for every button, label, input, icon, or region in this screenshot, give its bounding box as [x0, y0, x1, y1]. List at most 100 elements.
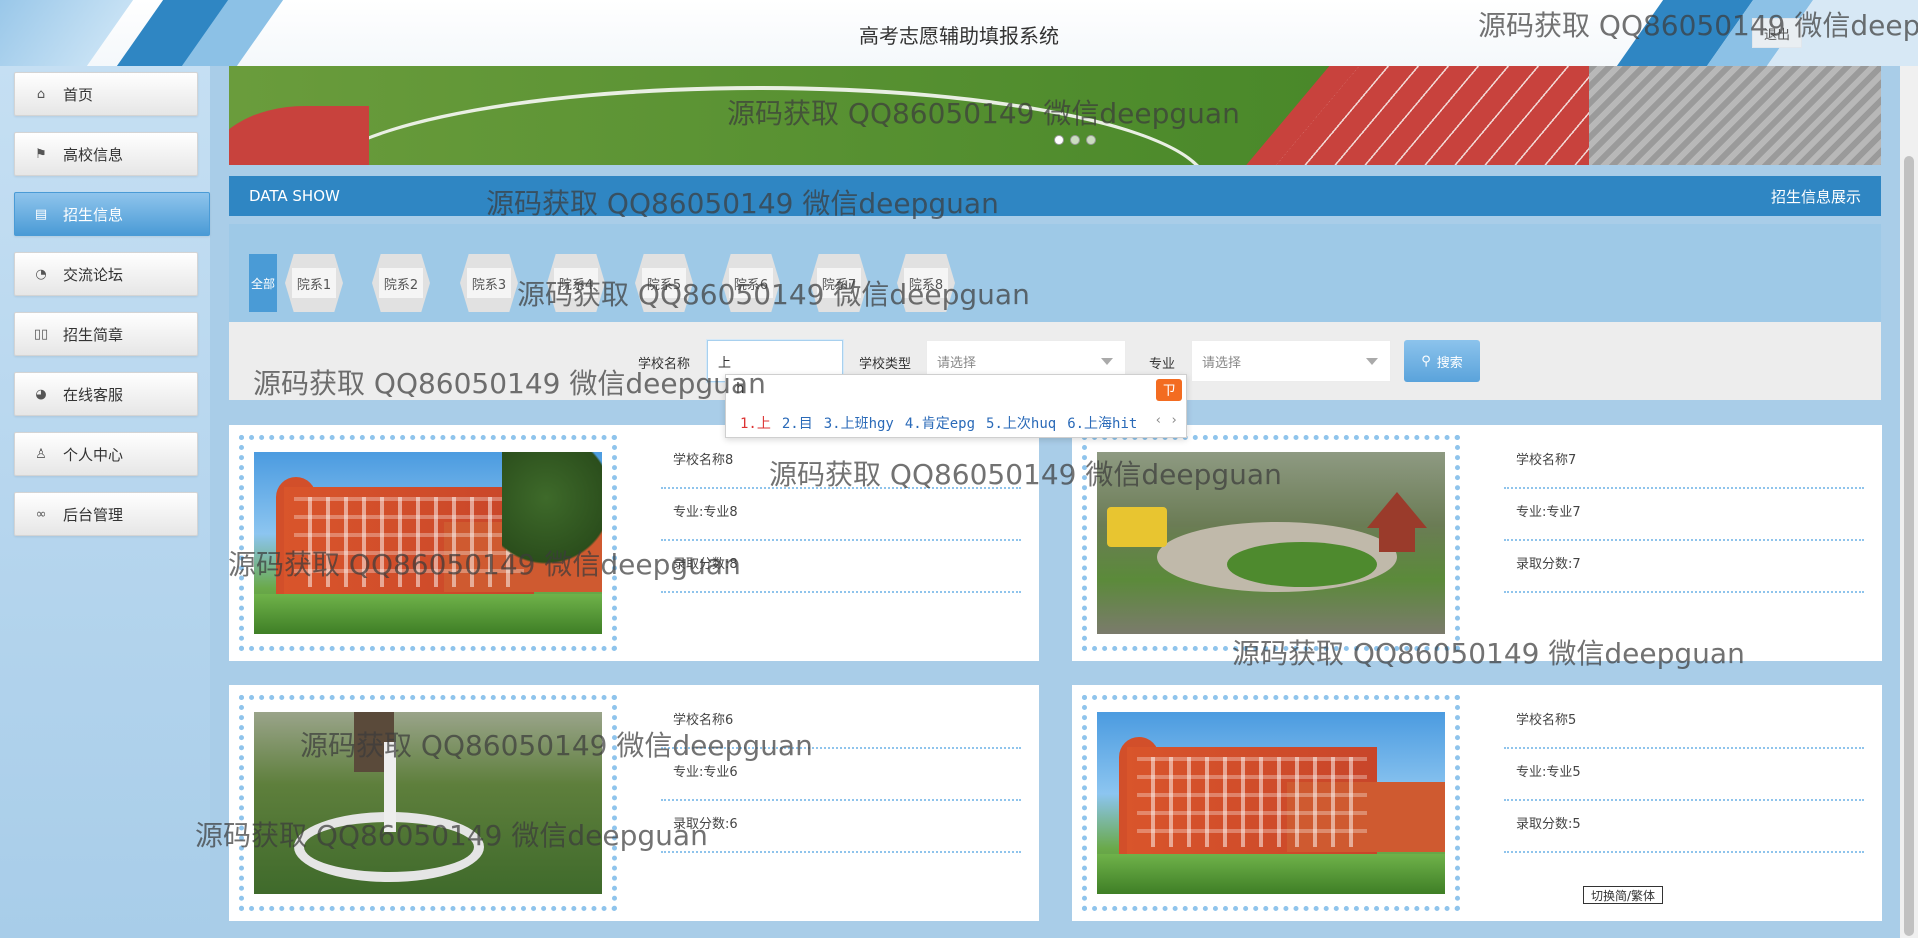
school-photo[interactable]: [1097, 452, 1445, 634]
ime-candidate-popup[interactable]: h ㄗ 1.上 2.目 3.上班hgy 4.肯定epg 5.上次huq 6.上海…: [725, 374, 1187, 438]
ime-logo-icon: ㄗ: [1156, 379, 1182, 401]
carousel-dot[interactable]: [1086, 135, 1096, 145]
school-name: 学校名称6: [661, 697, 1021, 749]
sidebar-item-home[interactable]: ⌂ 首页: [14, 72, 198, 116]
card-image-frame: [239, 695, 617, 911]
sidebar-item-profile[interactable]: ♙ 个人中心: [14, 432, 198, 476]
admission-card[interactable]: 学校名称5 专业:专业5 录取分数:5: [1072, 685, 1882, 921]
sidebar-item-label: 交流论坛: [63, 265, 124, 284]
search-button[interactable]: ⚲ 搜索: [1404, 340, 1480, 382]
photo-detail: [1107, 507, 1167, 547]
app-title: 高考志愿辅助填报系统: [859, 24, 1059, 48]
photo-detail: [1137, 757, 1367, 847]
palette-icon: ◔: [35, 266, 47, 282]
tab-label: 院系1: [292, 268, 336, 298]
chevron-down-icon: [1366, 358, 1378, 365]
carousel-dot[interactable]: [1054, 135, 1064, 145]
photo-detail: [254, 594, 602, 634]
school-major: 专业:专业5: [1504, 749, 1864, 801]
major-select[interactable]: 请选择: [1191, 340, 1391, 382]
ime-candidate[interactable]: 4.肯定epg: [905, 413, 975, 433]
card-info: 学校名称8 专业:专业8 录取分数:8: [661, 437, 1021, 593]
banner-carousel: [229, 66, 1881, 165]
tab-dept-2[interactable]: 院系2: [372, 254, 430, 312]
school-name: 学校名称8: [661, 437, 1021, 489]
page-scrollbar[interactable]: [1900, 66, 1918, 938]
select-placeholder: 请选择: [1202, 355, 1242, 371]
sidebar: ⌂ 首页 ⚑ 高校信息 ▤ 招生信息 ◔ 交流论坛 ▯▯ 招生简章 ◕ 在线客服…: [0, 66, 210, 938]
traditional-simplified-toggle[interactable]: 切换简/繁体: [1583, 886, 1663, 904]
sidebar-item-forum[interactable]: ◔ 交流论坛: [14, 252, 198, 296]
ime-candidate[interactable]: 2.目: [782, 413, 813, 433]
ime-candidate[interactable]: 3.上班hgy: [824, 413, 894, 433]
tab-label: 院系6: [729, 268, 773, 298]
header: 高考志愿辅助填报系统 退出: [0, 0, 1918, 66]
main-content: DATA SHOW 招生信息展示 全部 院系1 院系2 院系3 院系4 院系5 …: [210, 66, 1900, 938]
chevron-down-icon: [1101, 358, 1113, 365]
card-info: 学校名称7 专业:专业7 录取分数:7: [1504, 437, 1864, 593]
sidebar-item-label: 招生信息: [63, 205, 124, 224]
tab-dept-4[interactable]: 院系4: [547, 254, 605, 312]
sidebar-item-admissions[interactable]: ▤ 招生信息: [14, 192, 210, 236]
admission-score: 录取分数:6: [661, 801, 1021, 853]
photo-detail: [1097, 854, 1445, 894]
photo-detail: [294, 497, 524, 587]
ime-page-nav[interactable]: ‹ ›: [1155, 413, 1178, 428]
tab-label: 院系2: [379, 268, 423, 298]
school-name-label: 学校名称: [638, 357, 691, 372]
school-name: 学校名称5: [1504, 697, 1864, 749]
tab-dept-8[interactable]: 院系8: [897, 254, 955, 312]
sidebar-item-label: 高校信息: [63, 145, 124, 164]
admission-card[interactable]: 学校名称8 专业:专业8 录取分数:8: [229, 425, 1039, 661]
tab-dept-3[interactable]: 院系3: [460, 254, 518, 312]
carousel-dot[interactable]: [1070, 135, 1080, 145]
school-photo[interactable]: [1097, 712, 1445, 894]
sidebar-item-admin[interactable]: ∞ 后台管理: [14, 492, 198, 536]
ime-candidate[interactable]: 5.上次huq: [986, 413, 1056, 433]
photo-detail: [502, 452, 602, 582]
photo-detail: [384, 742, 396, 832]
admission-score: 录取分数:5: [1504, 801, 1864, 853]
ime-candidate[interactable]: 1.上: [740, 413, 771, 433]
school-photo[interactable]: [254, 712, 602, 894]
school-type-label: 学校类型: [859, 357, 912, 372]
tab-dept-6[interactable]: 院系6: [722, 254, 780, 312]
tab-all[interactable]: 全部: [249, 254, 277, 312]
logout-button[interactable]: 退出: [1752, 18, 1802, 48]
school-photo[interactable]: [254, 452, 602, 634]
school-major: 专业:专业6: [661, 749, 1021, 801]
select-placeholder: 请选择: [937, 355, 977, 371]
sidebar-item-support[interactable]: ◕ 在线客服: [14, 372, 198, 416]
admission-card[interactable]: 学校名称7 专业:专业7 录取分数:7: [1072, 425, 1882, 661]
sidebar-item-label: 后台管理: [63, 505, 124, 524]
section-subtitle: 招生信息展示: [1770, 187, 1861, 206]
tab-dept-1[interactable]: 院系1: [285, 254, 343, 312]
tab-label: 院系5: [642, 268, 686, 298]
sidebar-item-label: 个人中心: [63, 445, 124, 464]
photo-detail: [1227, 542, 1377, 587]
sidebar-item-brochure[interactable]: ▯▯ 招生简章: [14, 312, 198, 356]
section-title: DATA SHOW: [249, 187, 340, 205]
list-icon: ▤: [34, 206, 48, 222]
carousel-indicators: [1054, 135, 1096, 145]
sidebar-item-label: 招生简章: [63, 325, 124, 344]
school-name: 学校名称7: [1504, 437, 1864, 489]
home-icon: ⌂: [36, 86, 46, 102]
card-info: 学校名称6 专业:专业6 录取分数:6: [661, 697, 1021, 853]
category-tabs: 全部 院系1 院系2 院系3 院系4 院系5 院系6 院系7 院系8: [229, 224, 1881, 322]
section-header: DATA SHOW 招生信息展示: [229, 176, 1881, 216]
ime-candidate[interactable]: 6.上海hit: [1067, 413, 1137, 433]
search-button-label: 搜索: [1436, 355, 1463, 371]
card-image-frame: [239, 435, 617, 651]
link-icon: ∞: [35, 506, 47, 522]
admission-card[interactable]: 学校名称6 专业:专业6 录取分数:6: [229, 685, 1039, 921]
tab-label: 院系4: [554, 268, 598, 298]
ime-candidates: 1.上 2.目 3.上班hgy 4.肯定epg 5.上次huq 6.上海hit: [740, 413, 1137, 433]
user-icon: ♙: [35, 446, 47, 462]
tab-dept-5[interactable]: 院系5: [635, 254, 693, 312]
ime-composition: h: [736, 381, 745, 397]
headset-icon: ◕: [35, 386, 47, 402]
tab-dept-7[interactable]: 院系7: [810, 254, 868, 312]
sidebar-item-universities[interactable]: ⚑ 高校信息: [14, 132, 198, 176]
scrollbar-thumb[interactable]: [1904, 156, 1914, 936]
